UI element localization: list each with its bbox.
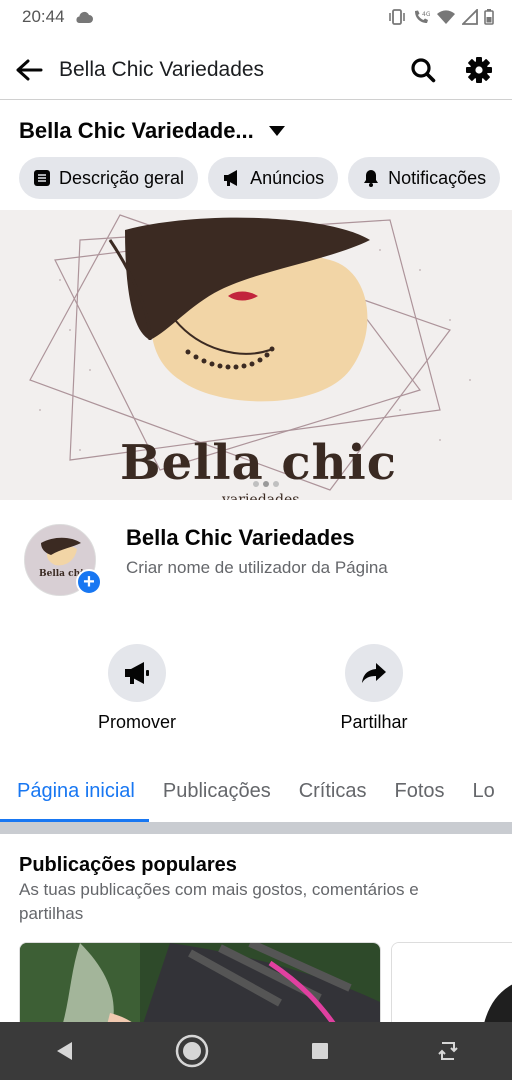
add-profile-photo-button[interactable]: + <box>76 569 102 595</box>
tab-more[interactable]: Lo <box>459 760 509 822</box>
cover-photo[interactable]: Bella chic variedades <box>0 210 512 500</box>
search-button[interactable] <box>395 42 451 98</box>
app-bar: Bella Chic Variedades <box>0 40 512 100</box>
cover-logo-subtext: variedades <box>222 492 300 500</box>
caret-down-icon <box>268 126 285 136</box>
search-icon <box>411 57 436 82</box>
page-selector[interactable]: Bella Chic Variedade... <box>19 118 286 144</box>
chip-ads[interactable]: Anúncios <box>208 157 339 199</box>
create-username-link[interactable]: Criar nome de utilizador da Página <box>126 558 388 578</box>
megaphone-icon <box>224 170 238 186</box>
nav-home-button[interactable] <box>162 1022 222 1080</box>
promote-icon-circle <box>108 644 166 702</box>
square-recents-icon <box>312 1043 328 1059</box>
status-right: 4G <box>388 9 494 25</box>
battery-icon <box>484 9 494 25</box>
share-arrow-icon <box>362 663 386 683</box>
chip-ads-label: Anúncios <box>250 167 325 188</box>
tab-photos[interactable]: Fotos <box>381 760 459 822</box>
section-divider <box>0 822 512 834</box>
promote-button[interactable]: Promover <box>57 644 217 733</box>
call-icon: 4G <box>412 9 430 25</box>
share-button[interactable]: Partilhar <box>294 644 454 733</box>
app-title: Bella Chic Variedades <box>59 57 265 81</box>
list-icon <box>34 170 50 186</box>
settings-button[interactable] <box>451 42 507 98</box>
chip-overview[interactable]: Descrição geral <box>19 157 199 199</box>
page-name: Bella Chic Variedades <box>126 525 355 550</box>
status-left: 20:44 <box>22 7 93 27</box>
status-bar: 20:44 4G <box>0 0 512 34</box>
signal-icon <box>462 9 478 25</box>
vibrate-icon <box>388 9 406 25</box>
chip-overview-label: Descrição geral <box>59 167 185 188</box>
popular-posts-section: Publicações populares As tuas publicaçõe… <box>0 834 512 1032</box>
share-icon-circle <box>345 644 403 702</box>
gear-icon <box>466 56 492 83</box>
promote-label: Promover <box>97 712 177 732</box>
shortcut-chips: Descrição geral Anúncios Notificações <box>19 157 501 199</box>
megaphone-icon <box>125 662 149 684</box>
triangle-back-icon <box>57 1042 72 1060</box>
tab-posts[interactable]: Publicações <box>149 760 285 822</box>
post-thumbnail <box>20 943 380 1031</box>
system-nav-bar <box>0 1022 512 1080</box>
plus-icon: + <box>83 571 95 593</box>
cloud-icon <box>75 11 93 23</box>
circle-home-icon <box>175 1034 209 1068</box>
page-selector-name: Bella Chic Variedade... <box>19 118 254 143</box>
network-label: 4G <box>422 11 430 18</box>
popular-posts-subtitle: As tuas publicações com mais gostos, com… <box>19 880 419 923</box>
status-time: 20:44 <box>22 7 65 26</box>
tab-home[interactable]: Página inicial <box>0 760 149 822</box>
tab-reviews[interactable]: Críticas <box>285 760 381 822</box>
nav-recents-button[interactable] <box>290 1022 350 1080</box>
page-tabs: Página inicial Publicações Críticas Foto… <box>0 760 512 822</box>
popular-posts-title: Publicações populares <box>19 854 237 876</box>
cover-logo-text: Bella chic <box>120 435 397 491</box>
back-button[interactable] <box>1 42 57 98</box>
rotate-screen-button[interactable] <box>418 1022 478 1080</box>
rotate-icon <box>438 1042 458 1060</box>
post-thumbnail <box>392 943 512 1031</box>
share-label: Partilhar <box>340 712 408 732</box>
chip-notifications[interactable]: Notificações <box>348 157 501 199</box>
popular-post-card[interactable] <box>391 942 512 1032</box>
profile-section: Bella chic + Bella Chic Variedades Criar… <box>0 500 512 760</box>
back-arrow-icon <box>16 59 43 80</box>
popular-post-card[interactable] <box>19 942 381 1032</box>
nav-back-button[interactable] <box>34 1022 94 1080</box>
chip-notifications-label: Notificações <box>388 167 487 188</box>
wifi-icon <box>436 9 456 25</box>
bell-icon <box>364 170 379 187</box>
